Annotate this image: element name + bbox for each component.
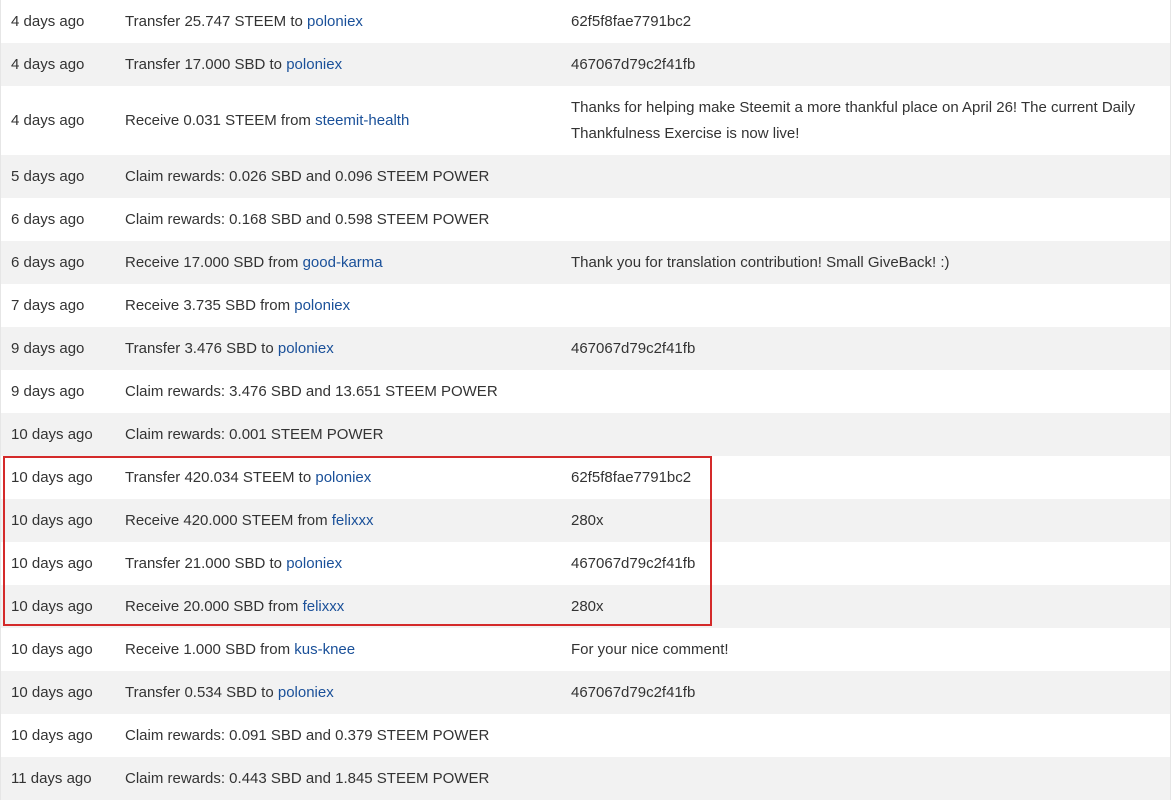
row-memo: 280x: [571, 598, 604, 615]
row-action: Transfer 3.476 SBD to: [125, 340, 274, 357]
row-time: 10 days ago: [11, 684, 93, 701]
row-time: 10 days ago: [11, 512, 93, 529]
row-action: Receive 1.000 SBD from: [125, 641, 291, 658]
row-description: Transfer 21.000 SBD to poloniex: [125, 542, 561, 585]
row-description: Receive 17.000 SBD from good-karma: [125, 241, 561, 284]
history-row: 9 days ago Claim rewards: 3.476 SBD and …: [1, 370, 1170, 413]
history-row: 10 days ago Receive 420.000 STEEM from f…: [1, 499, 1170, 542]
row-action: Transfer 25.747 STEEM to: [125, 13, 303, 30]
account-link[interactable]: kus-knee: [294, 641, 355, 658]
row-description: Transfer 3.476 SBD to poloniex: [125, 327, 561, 370]
row-memo: Thanks for helping make Steemit a more t…: [571, 99, 1136, 142]
row-time: 10 days ago: [11, 598, 93, 615]
row-description: Transfer 420.034 STEEM to poloniex: [125, 456, 561, 499]
account-link[interactable]: poloniex: [278, 340, 334, 357]
row-time: 4 days ago: [11, 13, 85, 30]
history-row: 10 days ago Receive 20.000 SBD from feli…: [1, 585, 1170, 628]
row-time: 9 days ago: [11, 340, 85, 357]
row-time: 9 days ago: [11, 383, 85, 400]
history-row: 6 days ago Claim rewards: 0.168 SBD and …: [1, 198, 1170, 241]
transfer-history-table: 4 days ago Transfer 25.747 STEEM to polo…: [0, 0, 1171, 800]
history-row: 4 days ago Transfer 25.747 STEEM to polo…: [1, 0, 1170, 43]
row-memo: 62f5f8fae7791bc2: [571, 13, 692, 30]
account-link[interactable]: poloniex: [286, 555, 342, 572]
row-description: Receive 1.000 SBD from kus-knee: [125, 628, 561, 671]
row-action: Receive 0.031 STEEM from: [125, 112, 311, 129]
history-row: 5 days ago Claim rewards: 0.026 SBD and …: [1, 155, 1170, 198]
row-description: Claim rewards: 0.443 SBD and 1.845 STEEM…: [125, 770, 490, 787]
row-description: Receive 0.031 STEEM from steemit-health: [125, 86, 561, 155]
row-description: Claim rewards: 3.476 SBD and 13.651 STEE…: [125, 383, 498, 400]
account-link[interactable]: poloniex: [307, 13, 363, 30]
history-row: 11 days ago Claim rewards: 0.443 SBD and…: [1, 757, 1170, 800]
row-description: Transfer 0.534 SBD to poloniex: [125, 671, 561, 714]
account-link[interactable]: poloniex: [315, 469, 371, 486]
row-time: 10 days ago: [11, 555, 93, 572]
row-description: Receive 3.735 SBD from poloniex: [125, 284, 561, 327]
row-time: 7 days ago: [11, 297, 85, 314]
row-memo: 467067d79c2f41fb: [571, 555, 696, 572]
history-row: 10 days ago Transfer 0.534 SBD to poloni…: [1, 671, 1170, 714]
row-memo: 467067d79c2f41fb: [571, 684, 696, 701]
history-row: 10 days ago Claim rewards: 0.001 STEEM P…: [1, 413, 1170, 456]
row-time: 11 days ago: [11, 770, 92, 787]
account-link[interactable]: steemit-health: [315, 112, 409, 129]
history-row: 4 days ago Transfer 17.000 SBD to poloni…: [1, 43, 1170, 86]
history-row: 9 days ago Transfer 3.476 SBD to polonie…: [1, 327, 1170, 370]
row-action: Receive 20.000 SBD from: [125, 598, 299, 615]
row-action: Transfer 420.034 STEEM to: [125, 469, 312, 486]
row-time: 5 days ago: [11, 168, 85, 185]
row-description: Receive 20.000 SBD from felixxx: [125, 585, 561, 628]
row-action: Receive 3.735 SBD from: [125, 297, 291, 314]
row-memo: 467067d79c2f41fb: [571, 56, 696, 73]
row-description: Transfer 17.000 SBD to poloniex: [125, 43, 561, 86]
history-row: 10 days ago Receive 1.000 SBD from kus-k…: [1, 628, 1170, 671]
account-link[interactable]: poloniex: [286, 56, 342, 73]
row-action: Receive 420.000 STEEM from: [125, 512, 328, 529]
row-action: Receive 17.000 SBD from: [125, 254, 299, 271]
history-row: 7 days ago Receive 3.735 SBD from poloni…: [1, 284, 1170, 327]
row-time: 10 days ago: [11, 727, 93, 744]
row-memo: 62f5f8fae7791bc2: [571, 469, 692, 486]
row-action: Transfer 17.000 SBD to: [125, 56, 283, 73]
row-time: 10 days ago: [11, 469, 93, 486]
history-row: 10 days ago Transfer 420.034 STEEM to po…: [1, 456, 1170, 499]
history-row: 10 days ago Claim rewards: 0.091 SBD and…: [1, 714, 1170, 757]
history-row: 10 days ago Transfer 21.000 SBD to polon…: [1, 542, 1170, 585]
account-link[interactable]: poloniex: [278, 684, 334, 701]
row-action: Transfer 21.000 SBD to: [125, 555, 283, 572]
row-memo: 467067d79c2f41fb: [571, 340, 696, 357]
account-link[interactable]: poloniex: [294, 297, 350, 314]
history-row: 6 days ago Receive 17.000 SBD from good-…: [1, 241, 1170, 284]
row-memo: 280x: [571, 512, 604, 529]
row-action: Transfer 0.534 SBD to: [125, 684, 274, 701]
row-description: Transfer 25.747 STEEM to poloniex: [125, 0, 561, 43]
row-time: 6 days ago: [11, 254, 85, 271]
row-description: Claim rewards: 0.001 STEEM POWER: [125, 426, 384, 443]
history-row: 4 days ago Receive 0.031 STEEM from stee…: [1, 86, 1170, 155]
row-memo: For your nice comment!: [571, 641, 729, 658]
row-time: 6 days ago: [11, 211, 85, 228]
row-description: Receive 420.000 STEEM from felixxx: [125, 499, 561, 542]
row-time: 4 days ago: [11, 112, 85, 129]
account-link[interactable]: felixxx: [303, 598, 345, 615]
row-memo: Thank you for translation contribution! …: [571, 254, 950, 271]
row-time: 4 days ago: [11, 56, 85, 73]
row-time: 10 days ago: [11, 641, 93, 658]
row-description: Claim rewards: 0.168 SBD and 0.598 STEEM…: [125, 211, 490, 228]
row-description: Claim rewards: 0.026 SBD and 0.096 STEEM…: [125, 168, 490, 185]
row-description: Claim rewards: 0.091 SBD and 0.379 STEEM…: [125, 727, 490, 744]
row-time: 10 days ago: [11, 426, 93, 443]
account-link[interactable]: felixxx: [332, 512, 374, 529]
account-link[interactable]: good-karma: [303, 254, 383, 271]
